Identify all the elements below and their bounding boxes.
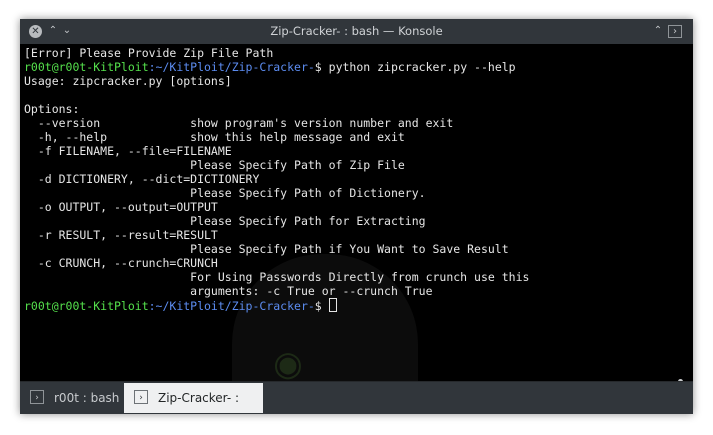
terminal-line: r00t@r00t-KitPloit:~/KitPloit/Zip-Cracke… (24, 298, 529, 313)
output-text: Please Specify Path for Extracting (24, 214, 426, 228)
terminal-lines: [Error] Please Provide Zip File Path r00t… (24, 46, 529, 313)
terminal-line: --version show program's version number … (24, 116, 529, 130)
title-bar[interactable]: ✕ ⌃ ⌄ Zip-Cracker- : bash — Konsole ⌃ › (20, 19, 693, 44)
terminal-line: r00t@r00t-KitPloit:~/KitPloit/Zip-Cracke… (24, 60, 529, 74)
tab-zip-cracker-bash[interactable]: › Zip-Cracker- : bash (124, 383, 263, 413)
output-text: -r RESULT, --result=RESULT (24, 228, 218, 242)
terminal-line: -f FILENAME, --file=FILENAME (24, 144, 529, 158)
prompt-symbol: $ (314, 60, 329, 74)
terminal-line: Please Specify Path for Extracting (24, 214, 529, 228)
terminal-output[interactable]: ◉ [Error] Please Provide Zip File Path r0… (20, 44, 693, 381)
konsole-window: ✕ ⌃ ⌄ Zip-Cracker- : bash — Konsole ⌃ › … (20, 19, 693, 414)
prompt-path: :~/KitPloit/Zip-Cracker- (148, 299, 315, 313)
prompt-symbol: $ (314, 299, 329, 313)
output-text: -c CRUNCH, --crunch=CRUNCH (24, 256, 218, 270)
terminal-line: -h, --help show this help message and ex… (24, 130, 529, 144)
prompt-user: r00t@r00t-KitPloit (24, 299, 149, 313)
terminal-line: arguments: -c True or --crunch True (24, 284, 529, 298)
terminal-line: -r RESULT, --result=RESULT (24, 228, 529, 242)
tab-label: Zip-Cracker- : bash (158, 391, 240, 405)
terminal-line: Please Specify Path of Dictionery. (24, 186, 529, 200)
eye-icon: ◉ (273, 344, 303, 381)
terminal-line: Please Specify Path if You Want to Save … (24, 242, 529, 256)
terminal-line: -o OUTPUT, --output=OUTPUT (24, 200, 529, 214)
window-title: Zip-Cracker- : bash — Konsole (270, 24, 443, 38)
tab-bar: › r00t : bash › Zip-Cracker- : bash (20, 381, 693, 414)
terminal-line: Options: (24, 102, 529, 116)
output-text: [Error] Please Provide Zip File Path (24, 46, 274, 60)
keep-above-icon[interactable]: ⌃ (652, 23, 664, 39)
output-text: --version show program's version number … (24, 116, 454, 130)
terminal-line: [Error] Please Provide Zip File Path (24, 46, 529, 60)
terminal-line: -c CRUNCH, --crunch=CRUNCH (24, 256, 529, 270)
terminal-icon: › (134, 390, 148, 404)
output-text: arguments: -c True or --crunch True (24, 284, 433, 298)
output-text: Usage: zipcracker.py [options] (24, 74, 232, 88)
output-text: -d DICTIONERY, --dict=DICTIONERY (24, 172, 260, 186)
command-text: python zipcracker.py --help (328, 60, 516, 74)
output-text: Please Specify Path of Dictionery. (24, 186, 426, 200)
output-text: Please Specify Path of Zip File (24, 158, 405, 172)
output-text: Options: (24, 102, 80, 116)
menu-icon[interactable]: › (668, 25, 682, 38)
output-text: Please Specify Path if You Want to Save … (24, 242, 509, 256)
output-text: -f FILENAME, --file=FILENAME (24, 144, 232, 158)
terminal-line: -d DICTIONERY, --dict=DICTIONERY (24, 172, 529, 186)
terminal-line: Usage: zipcracker.py [options] (24, 74, 529, 88)
terminal-icon: › (30, 390, 44, 404)
prompt-user: r00t@r00t-KitPloit (24, 60, 149, 74)
terminal-line: For Using Passwords Directly from crunch… (24, 270, 529, 284)
terminal-line: Please Specify Path of Zip File (24, 158, 529, 172)
output-text: -o OUTPUT, --output=OUTPUT (24, 200, 218, 214)
prompt-path: :~/KitPloit/Zip-Cracker- (148, 60, 315, 74)
tab-label: r00t : bash (54, 391, 120, 405)
tab-r00t-bash[interactable]: › r00t : bash (20, 383, 124, 413)
output-text: For Using Passwords Directly from crunch… (24, 270, 530, 284)
output-text: -h, --help show this help message and ex… (24, 130, 405, 144)
cursor (328, 298, 337, 312)
